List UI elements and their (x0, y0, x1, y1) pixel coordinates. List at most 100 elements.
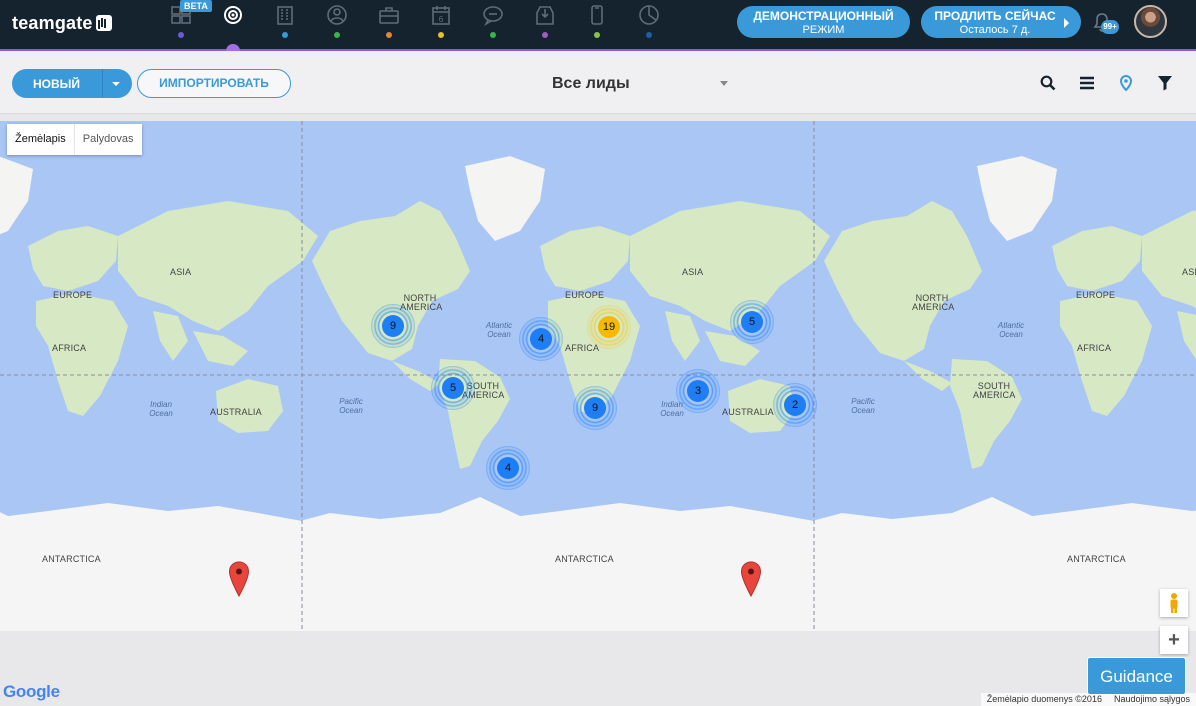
demo-mode-title: ДЕМОНСТРАЦИОННЫЙ (753, 9, 894, 23)
briefcase-icon (378, 4, 400, 26)
google-logo: Google (3, 682, 60, 702)
continent-label: ANTARCTICA (1067, 554, 1126, 564)
map-type-satellite-button[interactable]: Palydovas (75, 124, 142, 155)
nav-mobile[interactable] (582, 2, 612, 42)
dropdown-caret-icon (720, 81, 728, 86)
pie-chart-icon (638, 4, 660, 26)
avatar[interactable] (1134, 5, 1167, 38)
street-view-pegman-icon[interactable] (1160, 589, 1188, 617)
nav-inbox[interactable] (530, 2, 560, 42)
continent-label: AUSTRALIA (722, 407, 774, 417)
logo-hand-icon (95, 15, 112, 31)
continent-label: EUROPE (53, 290, 93, 300)
new-button[interactable]: НОВЫЙ (12, 69, 132, 98)
ocean-label: Atlantic Ocean (485, 321, 513, 339)
nav-dot (386, 32, 392, 38)
target-icon (222, 4, 244, 26)
continent-label: ANTARCTICA (42, 554, 101, 564)
continent-label: SOUTH AMERICA (973, 381, 1016, 400)
leads-view-select[interactable]: Все лиды (552, 75, 732, 97)
continent-label: AFRICA (52, 343, 87, 353)
map-type-map-button[interactable]: Žemėlapis (7, 124, 75, 155)
nav-dot (490, 32, 496, 38)
nav-dot (542, 32, 548, 38)
continent-label: ASIA (1182, 267, 1196, 277)
cluster-count: 5 (741, 311, 763, 333)
map-pin-icon[interactable] (740, 561, 762, 598)
continent-label: EUROPE (565, 290, 605, 300)
search-icon[interactable] (1040, 75, 1056, 91)
extend-now-title: ПРОДЛИТЬ СЕЙЧАС (934, 9, 1056, 23)
list-view-icon[interactable] (1079, 75, 1095, 91)
nav-contacts[interactable] (322, 2, 352, 42)
map-type-control: Žemėlapis Palydovas (7, 124, 142, 155)
ocean-label: Indian Ocean (149, 400, 173, 418)
chevron-down-icon[interactable] (112, 82, 120, 86)
nav-dot (438, 32, 444, 38)
nav-leads[interactable] (218, 2, 248, 42)
inbox-icon (534, 4, 556, 26)
lead-cluster-marker[interactable]: 5 (431, 366, 475, 410)
continent-label: ASIA (682, 267, 704, 277)
map-view-icon[interactable] (1118, 75, 1134, 91)
cluster-count: 9 (382, 315, 404, 337)
nav-reports[interactable] (634, 2, 664, 42)
lead-cluster-marker[interactable]: 2 (773, 383, 817, 427)
cluster-count: 2 (784, 394, 806, 416)
lead-cluster-marker[interactable]: 9 (371, 304, 415, 348)
nav-dot (646, 32, 652, 38)
extend-now-button[interactable]: ПРОДЛИТЬ СЕЙЧАС Осталось 7 д. (921, 6, 1081, 38)
nav-dot (334, 32, 340, 38)
google-logo-text: Google (3, 682, 60, 701)
continent-label: AUSTRALIA (210, 407, 262, 417)
toolbar: НОВЫЙ ИМПОРТИРОВАТЬ Все лиды (0, 51, 1196, 114)
cluster-count: 4 (530, 328, 552, 350)
teamgate-logo[interactable]: teamgate (12, 12, 112, 34)
new-button-label: НОВЫЙ (33, 77, 81, 91)
ocean-label: Pacific Ocean (339, 397, 363, 415)
building-icon (274, 4, 296, 26)
mobile-icon (586, 4, 608, 26)
leads-map[interactable]: ASIA EUROPE AFRICA AUSTRALIA NORTH AMERI… (0, 121, 1196, 631)
lead-cluster-marker[interactable]: 19 (587, 305, 631, 349)
lead-cluster-marker[interactable]: 3 (676, 369, 720, 413)
map-pin-icon[interactable] (228, 561, 250, 598)
ocean-label: Atlantic Ocean (997, 321, 1025, 339)
import-button[interactable]: ИМПОРТИРОВАТЬ (137, 69, 291, 98)
notification-badge: 99+ (1101, 20, 1119, 34)
nav-calendar[interactable]: 6 (426, 2, 456, 42)
nav-deals[interactable] (374, 2, 404, 42)
guidance-button[interactable]: Guidance (1087, 657, 1186, 695)
days-left-text: Осталось 7 д. (959, 24, 1031, 36)
split-separator (102, 69, 103, 98)
nav-dot (178, 32, 184, 38)
continent-label: ASIA (170, 267, 192, 277)
continent-label: ANTARCTICA (555, 554, 614, 564)
chevron-right-icon (1064, 18, 1069, 28)
nav-companies[interactable] (270, 2, 300, 42)
ocean-label: Pacific Ocean (851, 397, 875, 415)
cluster-count: 19 (598, 316, 620, 338)
leads-view-value: Все лиды (552, 75, 630, 92)
lead-cluster-marker[interactable]: 5 (730, 300, 774, 344)
chat-icon (482, 4, 504, 26)
cluster-count: 3 (687, 380, 709, 402)
nav-dot (594, 32, 600, 38)
continent-label: NORTH AMERICA (912, 293, 955, 312)
zoom-in-button[interactable]: + (1160, 626, 1188, 654)
lead-cluster-marker[interactable]: 4 (486, 446, 530, 490)
demo-mode-button[interactable]: ДЕМОНСТРАЦИОННЫЙ РЕЖИМ (737, 6, 910, 38)
logo-text: teamgate (12, 12, 93, 33)
nav-dot (282, 32, 288, 38)
lead-cluster-marker[interactable]: 4 (519, 317, 563, 361)
demo-mode-subtitle: РЕЖИМ (802, 24, 845, 36)
continent-label: EUROPE (1076, 290, 1116, 300)
calendar-icon: 6 (430, 4, 452, 26)
beta-badge: BETA (180, 0, 212, 12)
nav-communication[interactable] (478, 2, 508, 42)
continent-label: AFRICA (1077, 343, 1112, 353)
person-icon (326, 4, 348, 26)
filter-icon[interactable] (1157, 75, 1173, 91)
cluster-count: 5 (442, 377, 464, 399)
lead-cluster-marker[interactable]: 9 (573, 386, 617, 430)
